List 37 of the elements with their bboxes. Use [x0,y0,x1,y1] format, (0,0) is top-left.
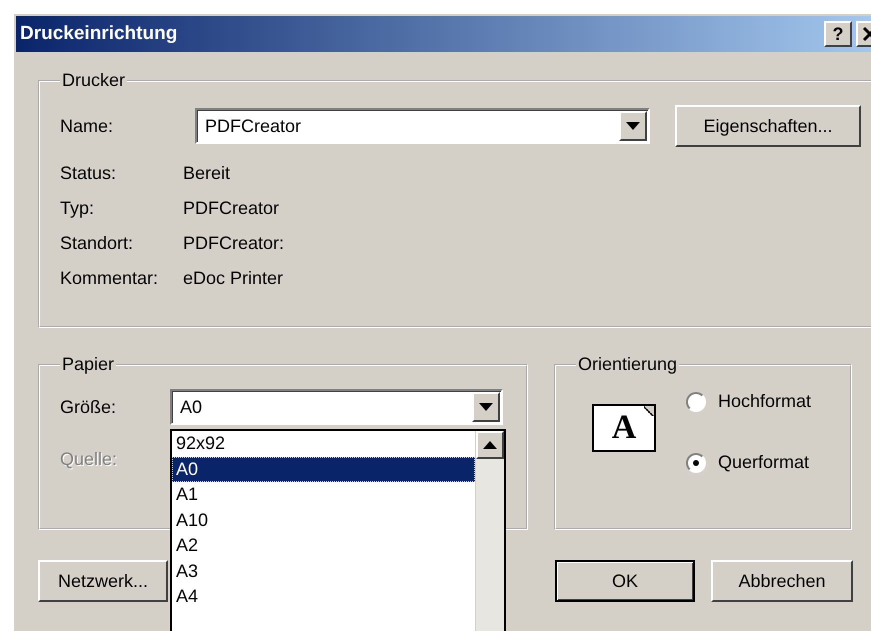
info-label: Typ: [60,198,96,219]
info-label: Standort: [60,233,134,254]
group-legend: Papier [60,354,116,375]
page-letter: A [612,411,636,445]
radio-button[interactable] [686,452,706,472]
info-label: Status: [60,163,118,184]
size-option[interactable]: A4 [172,584,475,610]
info-value: eDoc Printer [183,268,284,289]
scroll-up-icon[interactable] [476,431,504,459]
group-legend: Drucker [60,70,128,91]
ok-button[interactable]: OK [555,560,695,602]
info-value: Bereit [183,163,232,184]
radio-label[interactable]: Querformat [718,452,810,473]
radio-button[interactable] [686,392,706,412]
info-label: Kommentar: [60,268,160,289]
size-option[interactable]: A1 [172,482,475,508]
source-label: Quelle: [60,448,118,470]
window-title: Druckeinrichtung [20,23,178,45]
cancel-button[interactable]: Abbrechen [711,560,853,602]
size-option[interactable]: 92x92 [172,431,475,456]
folded-corner-icon [644,406,654,416]
size-dropdown[interactable]: A0 [170,389,503,425]
properties-button[interactable]: Eigenschaften... [675,105,861,147]
radio-label[interactable]: Hochformat [718,391,812,412]
scrollbar[interactable] [475,431,504,631]
info-value: PDFCreator: [183,233,286,254]
size-option[interactable]: A10 [172,508,475,533]
help-button[interactable]: ? [824,21,852,47]
group-legend: Orientierung [576,354,680,375]
info-value: PDFCreator [183,198,280,219]
name-label: Name: [60,116,114,136]
size-option[interactable]: A0 [172,456,475,482]
size-option[interactable]: A2 [172,533,475,558]
network-button[interactable]: Netzwerk... [38,560,168,602]
size-option[interactable]: A3 [172,558,475,584]
printer-dropdown[interactable]: PDFCreator [195,108,650,144]
size-label: Größe: [60,396,118,418]
